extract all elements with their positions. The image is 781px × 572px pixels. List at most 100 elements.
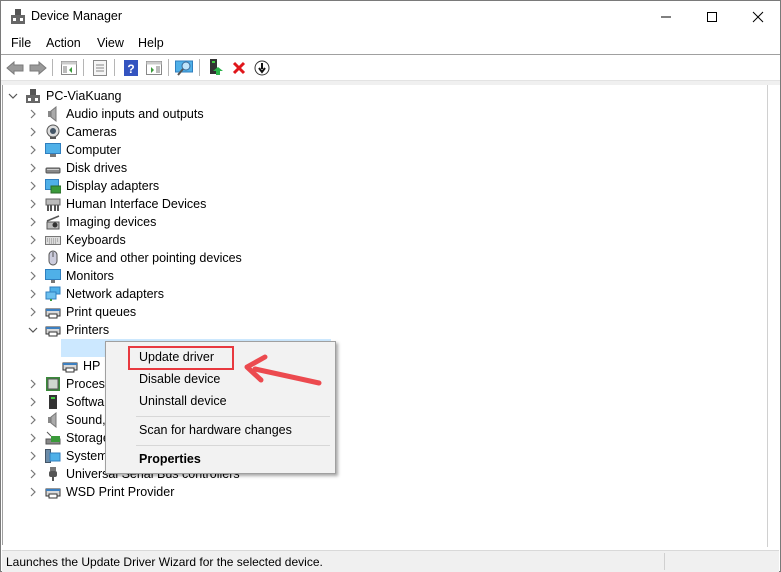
tree-category[interactable]: Printers: [27, 321, 109, 339]
tree-category[interactable]: Network adapters: [27, 285, 164, 303]
printer-icon: [45, 322, 61, 338]
expander[interactable]: [27, 105, 39, 123]
back-button[interactable]: [5, 58, 25, 77]
status-divider: [664, 553, 665, 570]
expander[interactable]: [27, 159, 39, 177]
close-button[interactable]: [735, 1, 781, 32]
hid-icon: [45, 196, 61, 212]
expander[interactable]: [27, 267, 39, 285]
tree-item-label: Keyboards: [66, 233, 126, 247]
tree-item-label: Storage: [66, 431, 110, 445]
expander[interactable]: [27, 177, 39, 195]
status-text: Launches the Update Driver Wizard for th…: [6, 555, 323, 569]
expander[interactable]: [7, 87, 19, 105]
expander[interactable]: [27, 483, 39, 501]
tree-category[interactable]: Audio inputs and outputs: [27, 105, 204, 123]
maximize-button[interactable]: [689, 1, 735, 32]
chevron-right-icon[interactable]: [29, 145, 37, 155]
menu-file[interactable]: File: [11, 36, 31, 50]
chevron-right-icon[interactable]: [29, 109, 37, 119]
context-item-properties[interactable]: Properties: [139, 452, 201, 466]
chevron-right-icon[interactable]: [29, 217, 37, 227]
expander[interactable]: [27, 123, 39, 141]
mouse-icon: [45, 250, 61, 266]
expander[interactable]: [27, 447, 39, 465]
expander[interactable]: [27, 303, 39, 321]
expander[interactable]: [27, 321, 39, 339]
expander[interactable]: [27, 465, 39, 483]
expander[interactable]: [27, 411, 39, 429]
tree-category[interactable]: Computer: [27, 141, 121, 159]
uninstall-button[interactable]: [229, 58, 249, 77]
context-item-scan-hardware[interactable]: Scan for hardware changes: [139, 423, 292, 437]
menu-action[interactable]: Action: [46, 36, 81, 50]
disable-device-button[interactable]: [252, 58, 272, 77]
tree-category[interactable]: Display adapters: [27, 177, 159, 195]
action-pane-button[interactable]: [144, 58, 164, 77]
chevron-right-icon[interactable]: [29, 433, 37, 443]
tree-category[interactable]: Imaging devices: [27, 213, 156, 231]
chevron-right-icon[interactable]: [29, 253, 37, 263]
tree-category[interactable]: Keyboards: [27, 231, 126, 249]
minimize-button[interactable]: [643, 1, 689, 32]
chevron-right-icon[interactable]: [29, 469, 37, 479]
chevron-down-icon[interactable]: [28, 326, 38, 334]
expander[interactable]: [27, 249, 39, 267]
expander[interactable]: [27, 141, 39, 159]
chevron-right-icon[interactable]: [29, 271, 37, 281]
tree-root-computer[interactable]: PC-ViaKuang: [7, 87, 122, 105]
expander[interactable]: [27, 195, 39, 213]
display-adapter-icon: [45, 178, 61, 194]
tree-category[interactable]: Softwa: [27, 393, 104, 411]
chevron-right-icon[interactable]: [29, 181, 37, 191]
window-title: Device Manager: [31, 9, 123, 23]
tree-item-label: Print queues: [66, 305, 137, 319]
expander[interactable]: [27, 429, 39, 447]
chevron-right-icon[interactable]: [29, 289, 37, 299]
tree-category[interactable]: Disk drives: [27, 159, 127, 177]
help-button[interactable]: ?: [121, 58, 141, 77]
tree-category[interactable]: System: [27, 447, 108, 465]
update-driver-button[interactable]: [206, 58, 226, 77]
menu-view[interactable]: View: [97, 36, 124, 50]
expander[interactable]: [27, 375, 39, 393]
keyboard-icon: [45, 232, 61, 248]
disable-device-icon: [254, 60, 270, 75]
chevron-right-icon[interactable]: [29, 235, 37, 245]
tree-item-label: Network adapters: [66, 287, 164, 301]
context-item-disable-device[interactable]: Disable device: [139, 372, 220, 386]
tree-category[interactable]: Human Interface Devices: [27, 195, 206, 213]
chevron-right-icon[interactable]: [29, 415, 37, 425]
scan-hardware-button[interactable]: [175, 58, 195, 77]
chevron-right-icon[interactable]: [29, 127, 37, 137]
expander[interactable]: [27, 285, 39, 303]
expander[interactable]: [27, 231, 39, 249]
chevron-right-icon[interactable]: [29, 307, 37, 317]
chevron-right-icon[interactable]: [29, 451, 37, 461]
tree-device[interactable]: HP: [62, 357, 100, 375]
back-icon: [6, 60, 24, 75]
tree-category[interactable]: Cameras: [27, 123, 117, 141]
chevron-down-icon[interactable]: [8, 92, 18, 100]
tree-right-border: [767, 85, 768, 547]
tree-category[interactable]: WSD Print Provider: [27, 483, 174, 501]
console-tree-button[interactable]: [59, 58, 79, 77]
expander[interactable]: [27, 213, 39, 231]
tree-category[interactable]: Sound,: [27, 411, 106, 429]
chevron-right-icon[interactable]: [29, 199, 37, 209]
tree-category[interactable]: Monitors: [27, 267, 114, 285]
forward-button[interactable]: [28, 58, 48, 77]
context-item-uninstall-device[interactable]: Uninstall device: [139, 394, 227, 408]
tree-category[interactable]: Process: [27, 375, 111, 393]
tree-category[interactable]: Mice and other pointing devices: [27, 249, 242, 267]
chevron-right-icon[interactable]: [29, 397, 37, 407]
chevron-right-icon[interactable]: [29, 487, 37, 497]
tree-category[interactable]: Print queues: [27, 303, 136, 321]
chevron-right-icon[interactable]: [29, 379, 37, 389]
expander[interactable]: [27, 393, 39, 411]
properties-button[interactable]: [90, 58, 110, 77]
device-manager-icon: [11, 9, 25, 24]
chevron-right-icon[interactable]: [29, 163, 37, 173]
menu-help[interactable]: Help: [138, 36, 164, 50]
tree-category[interactable]: Storage: [27, 429, 110, 447]
